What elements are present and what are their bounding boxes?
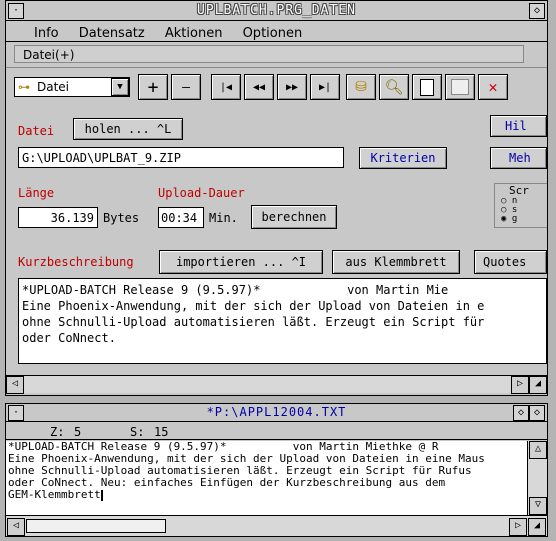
previous-record-button[interactable]: ◀◀ xyxy=(244,74,274,100)
search-button[interactable]: 🔍︎ xyxy=(379,74,409,100)
database-icon: ⛁ xyxy=(355,79,367,95)
calculator-icon xyxy=(451,79,469,95)
editor-fuller-box-icon[interactable]: ◇ xyxy=(529,405,545,421)
scroll-left-icon[interactable]: ◁ xyxy=(7,518,25,536)
minus-icon: — xyxy=(182,79,190,95)
scroll-left-icon[interactable]: ◁ xyxy=(6,376,24,394)
datei-label: Datei xyxy=(18,124,55,138)
upload-duration-field[interactable]: 00:34 xyxy=(158,207,204,228)
dropdown-value: Datei xyxy=(37,80,70,94)
length-field[interactable]: 36.139 xyxy=(18,207,98,228)
text-cursor xyxy=(100,489,103,501)
fuller-box-icon[interactable]: ◇ xyxy=(529,3,545,19)
scroll-right-icon[interactable]: ▷ xyxy=(509,518,527,536)
first-record-button[interactable]: |◀ xyxy=(211,74,241,100)
document-icon xyxy=(420,78,434,96)
submenu-bar: Datei(+) xyxy=(14,45,524,63)
divider xyxy=(6,67,547,68)
description-line: ohne Schnulli-Upload automatisieren läßt… xyxy=(22,315,485,329)
resize-handle-icon[interactable]: ◢ xyxy=(528,518,546,536)
menu-aktionen[interactable]: Aktionen xyxy=(165,26,223,41)
editor-window-title: *P:\APPL12004.TXT xyxy=(206,405,347,419)
upload-duration-label: Upload-Dauer xyxy=(158,186,245,200)
quotes-button[interactable]: Quotes xyxy=(474,250,547,274)
editor-line-text: GEM-Klemmbrett xyxy=(8,488,101,501)
minutes-label: Min. xyxy=(209,211,238,225)
description-line: *UPLOAD-BATCH Release 9 (9.5.97)* von Ma… xyxy=(22,283,449,297)
file-path-field[interactable]: G:\UPLOAD\UPLBAT_9.ZIP xyxy=(18,147,344,168)
plus-icon: + xyxy=(147,76,159,98)
rewind-icon: ◀◀ xyxy=(252,81,266,93)
record-type-dropdown[interactable]: ⊶ Datei ▼ xyxy=(14,77,130,97)
menu-info[interactable]: Info xyxy=(34,26,59,41)
bytes-label: Bytes xyxy=(103,211,140,225)
kurzbeschreibung-label: Kurzbeschreibung xyxy=(18,255,134,269)
new-document-button[interactable] xyxy=(412,74,442,100)
berechnen-button[interactable]: berechnen xyxy=(251,205,337,229)
menu-bar: Info Datensatz Aktionen Optionen xyxy=(6,22,547,42)
importieren-button[interactable]: importieren ... ^I xyxy=(159,250,323,274)
radio-label-g: g xyxy=(511,214,518,224)
laenge-label: Länge xyxy=(18,186,55,200)
menu-optionen[interactable]: Optionen xyxy=(243,26,303,41)
scroll-down-icon[interactable]: ▽ xyxy=(529,497,547,515)
editor-window: · *P:\APPL12004.TXT ◇ ◇ Z: 5 S: 15 *UPLO… xyxy=(5,403,548,537)
window-title: UPLBATCH.PRG_DATEN xyxy=(197,3,356,18)
editor-horizontal-scrollbar[interactable]: ◁ ▷ ◢ xyxy=(6,515,547,536)
close-icon: ✕ xyxy=(488,78,498,96)
dropdown-arrow-icon[interactable]: ▼ xyxy=(111,78,129,96)
main-window: · UPLBATCH.PRG_DATEN ◇ Info Datensatz Ak… xyxy=(5,0,548,396)
description-line: Eine Phoenix-Anwendung, mit der sich der… xyxy=(22,299,485,313)
magnifier-icon: 🔍︎ xyxy=(384,78,404,96)
editor-title-bar[interactable]: · *P:\APPL12004.TXT ◇ ◇ xyxy=(6,404,547,422)
database-import-button[interactable]: ⛁ xyxy=(346,74,376,100)
add-record-button[interactable]: + xyxy=(138,74,168,100)
editor-fuller-box-icon[interactable]: ◇ xyxy=(513,405,529,421)
description-line: oder CoNnect. xyxy=(22,331,116,345)
kriterien-button[interactable]: Kriterien xyxy=(359,147,447,169)
first-icon: |◀ xyxy=(219,81,233,93)
help-button[interactable]: Hil xyxy=(490,115,547,137)
cancel-button[interactable]: ✕ xyxy=(478,74,508,100)
line-label: Z: xyxy=(50,425,65,439)
horizontal-scrollbar[interactable]: ◁ ▷ ◢ xyxy=(6,375,547,394)
line-value: 5 xyxy=(74,425,82,439)
key-icon: ⊶ xyxy=(18,80,30,94)
next-record-button[interactable]: ▶▶ xyxy=(277,74,307,100)
holen-button[interactable]: holen ... ^L xyxy=(73,118,183,140)
fast-forward-icon: ▶▶ xyxy=(285,81,299,93)
more-button[interactable]: Meh xyxy=(490,147,547,169)
radio-option-g[interactable]: ◉ g xyxy=(501,214,517,224)
scroll-right-icon[interactable]: ▷ xyxy=(511,376,529,394)
title-bar[interactable]: · UPLBATCH.PRG_DATEN ◇ xyxy=(6,1,547,21)
menu-datensatz[interactable]: Datensatz xyxy=(79,26,145,41)
submenu-datei[interactable]: Datei(+) xyxy=(23,48,74,62)
last-icon: ▶| xyxy=(318,81,332,93)
delete-record-button[interactable]: — xyxy=(171,74,201,100)
editor-text-area[interactable]: *UPLOAD-BATCH Release 9 (9.5.97)* von Ma… xyxy=(6,441,527,515)
description-textarea[interactable]: *UPLOAD-BATCH Release 9 (9.5.97)* von Ma… xyxy=(18,278,547,364)
calculator-button[interactable] xyxy=(445,74,475,100)
scroll-thumb[interactable] xyxy=(26,519,166,533)
scroll-up-icon[interactable]: △ xyxy=(529,441,547,459)
editor-vertical-scrollbar[interactable]: △ ▽ xyxy=(527,441,547,515)
klemmbrett-button[interactable]: aus Klemmbrett xyxy=(332,250,460,274)
editor-line: GEM-Klemmbrett xyxy=(8,489,527,501)
column-value: 15 xyxy=(154,425,169,439)
last-record-button[interactable]: ▶| xyxy=(310,74,340,100)
column-label: S: xyxy=(130,425,145,439)
script-option-group: Scr ○ n ○ s ◉ g xyxy=(494,183,547,228)
cursor-status-bar: Z: 5 S: 15 xyxy=(6,423,547,440)
resize-handle-icon[interactable]: ◢ xyxy=(529,376,547,394)
